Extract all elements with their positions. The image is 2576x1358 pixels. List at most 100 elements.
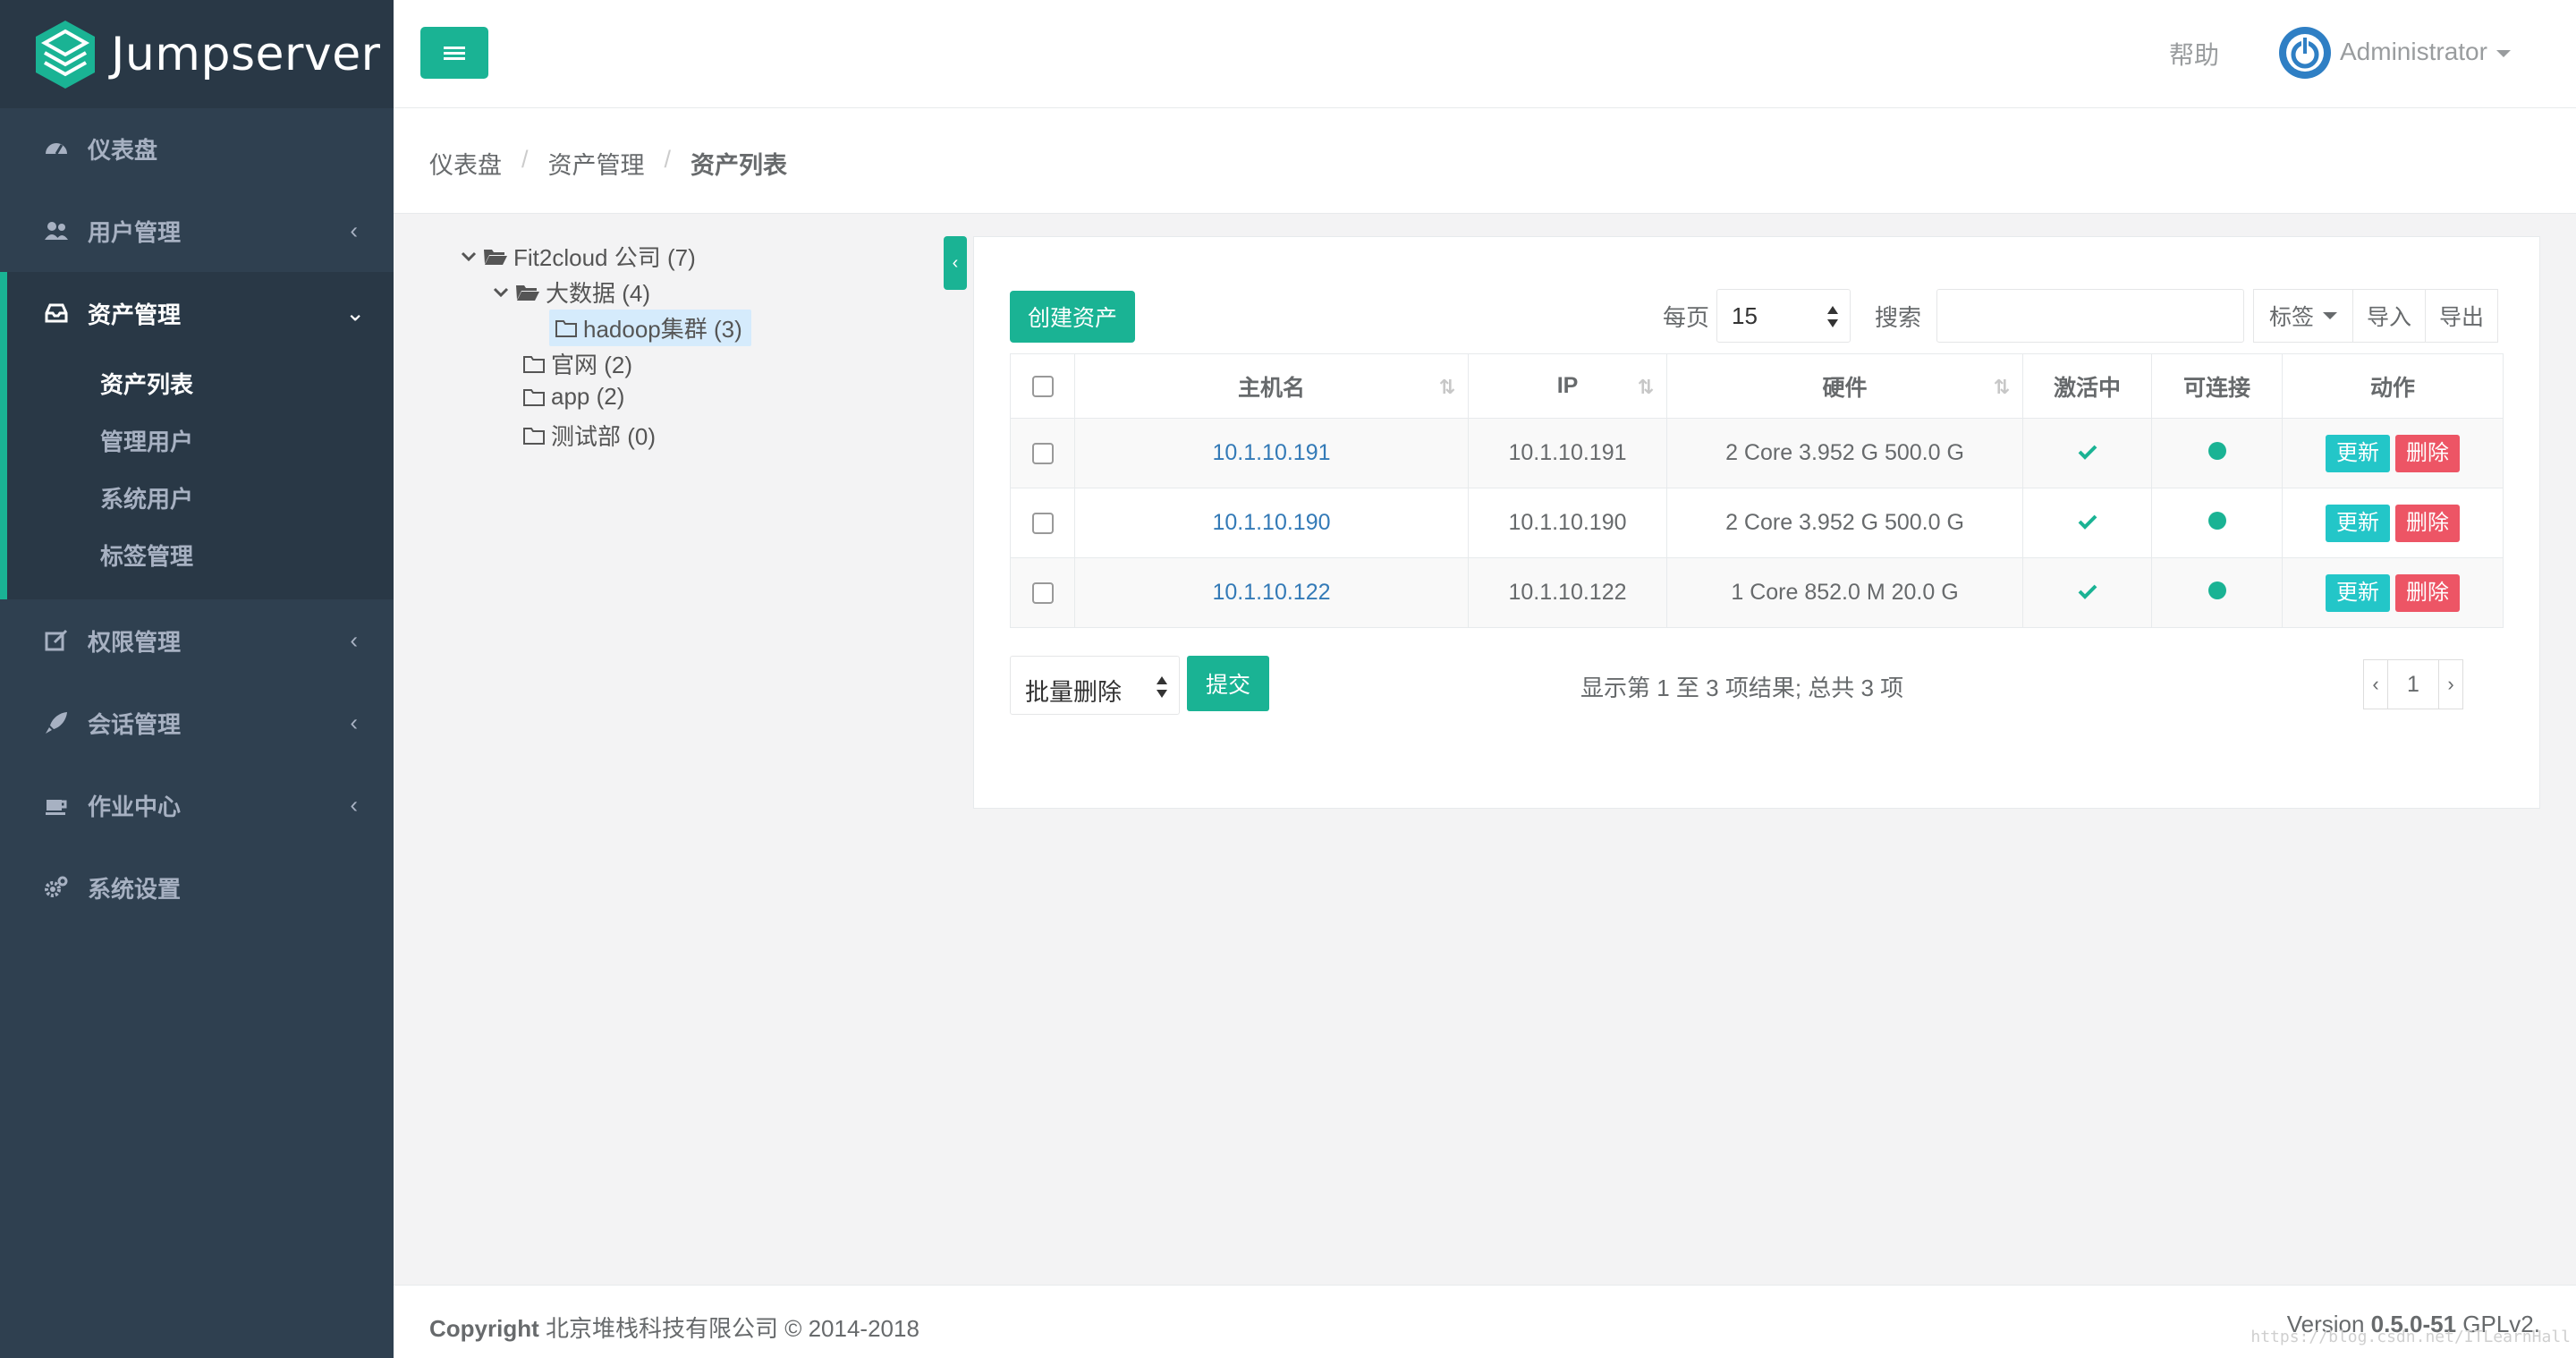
chevron-left-icon: ‹ (350, 791, 358, 819)
user-menu[interactable]: Administrator (2340, 38, 2511, 66)
next-page-button[interactable]: › (2438, 659, 2463, 709)
check-icon (2078, 584, 2097, 599)
table-row: 10.1.10.190 10.1.10.190 2 Core 3.952 G 5… (1010, 488, 2504, 558)
app-name: Jumpserver (111, 27, 381, 81)
sidebar-item-permissions[interactable]: 权限管理 ‹ (0, 599, 394, 682)
tree-node-test[interactable]: 测试部 (0) (522, 419, 656, 452)
row-checkbox[interactable] (1031, 443, 1054, 465)
folder-icon (523, 355, 545, 373)
table-row: 10.1.10.191 10.1.10.191 2 Core 3.952 G 5… (1010, 418, 2504, 488)
prev-page-button[interactable]: ‹ (2363, 659, 2388, 709)
import-button[interactable]: 导入 (2352, 289, 2426, 343)
sort-arrows-icon (1827, 306, 1838, 327)
search-input[interactable] (1936, 289, 2244, 343)
column-header-hardware[interactable]: 硬件 ⇅ (1666, 353, 2023, 419)
sidebar-item-jobs[interactable]: 作业中心 ‹ (0, 764, 394, 846)
export-button[interactable]: 导出 (2425, 289, 2498, 343)
delete-button[interactable]: 删除 (2395, 504, 2460, 542)
column-header-connectable: 可连接 (2151, 353, 2283, 419)
active-cell (2022, 557, 2152, 628)
edit-icon (43, 627, 70, 654)
check-icon (2078, 514, 2097, 530)
update-button[interactable]: 更新 (2326, 504, 2390, 542)
hostname-cell: 10.1.10.191 (1074, 418, 1469, 488)
per-page-select[interactable]: 15 (1716, 289, 1851, 343)
sidebar-item-users[interactable]: 用户管理 ‹ (0, 190, 394, 272)
status-dot (2207, 442, 2226, 460)
toolbar-button-group: 标签 导入 导出 (2253, 289, 2498, 343)
active-cell (2022, 418, 2152, 488)
sort-icon: ⇅ (1993, 376, 2010, 398)
user-name: Administrator (2340, 38, 2487, 65)
sort-icon: ⇅ (1637, 376, 1654, 398)
row-checkbox[interactable] (1031, 513, 1054, 535)
copyright: Copyright 北京堆栈科技有限公司 © 2014-2018 (429, 1311, 919, 1344)
breadcrumb-assets[interactable]: 资产管理 (548, 146, 645, 181)
sidebar-item-label: 作业中心 (88, 793, 182, 820)
actions-cell: 更新 删除 (2282, 488, 2504, 558)
users-icon (43, 217, 70, 244)
column-header-hostname[interactable]: 主机名 ⇅ (1074, 353, 1469, 419)
sort-arrows-icon (1157, 676, 1167, 698)
submit-button[interactable]: 提交 (1187, 656, 1269, 711)
tree-node-root[interactable]: Fit2cloud 公司 (7) (460, 240, 696, 273)
pagination: ‹ 1 › (2363, 659, 2463, 709)
sidebar-item-assets[interactable]: 资产管理 ⌄ (7, 272, 401, 354)
bulk-action-value: 批量删除 (1025, 679, 1122, 706)
update-button[interactable]: 更新 (2326, 434, 2390, 472)
chevron-left-icon: ‹ (350, 626, 358, 654)
menu-toggle-button[interactable] (420, 27, 488, 79)
page-1-button[interactable]: 1 (2387, 659, 2439, 709)
breadcrumb-current: 资产列表 (691, 152, 788, 179)
folder-open-icon (516, 284, 539, 301)
help-link[interactable]: 帮助 (2169, 36, 2219, 72)
bulk-action-select[interactable]: 批量删除 (1010, 656, 1180, 715)
tree-node-bigdata[interactable]: 大数据 (4) (492, 276, 650, 309)
update-button[interactable]: 更新 (2326, 573, 2390, 612)
check-icon (2078, 445, 2097, 460)
select-all-checkbox[interactable] (1031, 376, 1054, 398)
sidebar-subitem-system-users[interactable]: 系统用户 (100, 481, 193, 514)
tree-node-label: Fit2cloud 公司 (7) (513, 244, 696, 271)
sidebar-subitem-labels[interactable]: 标签管理 (100, 539, 193, 572)
sidebar-item-sessions[interactable]: 会话管理 ‹ (0, 682, 394, 764)
tags-label: 标签 (2268, 305, 2314, 330)
column-header-ip[interactable]: IP ⇅ (1468, 353, 1667, 419)
breadcrumb-dashboard[interactable]: 仪表盘 (429, 146, 502, 181)
sidebar-item-label: 仪表盘 (88, 136, 158, 164)
sidebar-subitem-admin-users[interactable]: 管理用户 (100, 424, 193, 457)
avatar[interactable] (2277, 25, 2333, 81)
breadcrumb-separator: / (664, 146, 672, 173)
chevron-down-icon: ⌄ (345, 299, 365, 327)
tree-node-app[interactable]: app (2) (522, 383, 624, 411)
tree-node-label: 官网 (2) (551, 352, 633, 378)
create-asset-button[interactable]: 创建资产 (1010, 291, 1135, 343)
row-select-cell (1010, 418, 1075, 488)
table-row: 10.1.10.122 10.1.10.122 1 Core 852.0 M 2… (1010, 557, 2504, 628)
breadcrumb-separator: / (521, 146, 529, 173)
folder-icon (523, 427, 545, 445)
hostname-link[interactable]: 10.1.10.122 (1212, 580, 1330, 605)
row-checkbox[interactable] (1031, 582, 1054, 605)
inbox-icon (43, 300, 70, 327)
logo[interactable]: Jumpserver (0, 0, 394, 108)
sidebar-item-settings[interactable]: 系统设置 (0, 846, 394, 929)
delete-button[interactable]: 删除 (2395, 434, 2460, 472)
tags-dropdown-button[interactable]: 标签 (2253, 289, 2353, 343)
tree-node-label: 大数据 (4) (546, 280, 651, 307)
hostname-link[interactable]: 10.1.10.191 (1212, 440, 1330, 465)
sidebar-item-label: 资产管理 (88, 301, 182, 328)
sidebar-item-dashboard[interactable]: 仪表盘 (0, 107, 394, 190)
chevron-left-icon: ‹ (350, 216, 358, 244)
hostname-link[interactable]: 10.1.10.190 (1212, 510, 1330, 535)
tree-node-hadoop[interactable]: hadoop集群 (3) (549, 310, 751, 346)
search-label: 搜索 (1875, 304, 1922, 331)
sidebar-subitem-asset-list[interactable]: 资产列表 (100, 367, 193, 400)
tree-collapse-button[interactable]: ‹ (944, 236, 967, 290)
tree-node-website[interactable]: 官网 (2) (522, 347, 632, 380)
sidebar: Jumpserver 仪表盘 用户管理 ‹ 资产管理 ⌄ 资产列表 管理用户 系… (0, 0, 394, 1358)
sidebar-section-assets: 资产管理 ⌄ 资产列表 管理用户 系统用户 标签管理 (0, 272, 394, 599)
row-select-cell (1010, 557, 1075, 628)
delete-button[interactable]: 删除 (2395, 573, 2460, 612)
status-dot (2207, 512, 2226, 530)
